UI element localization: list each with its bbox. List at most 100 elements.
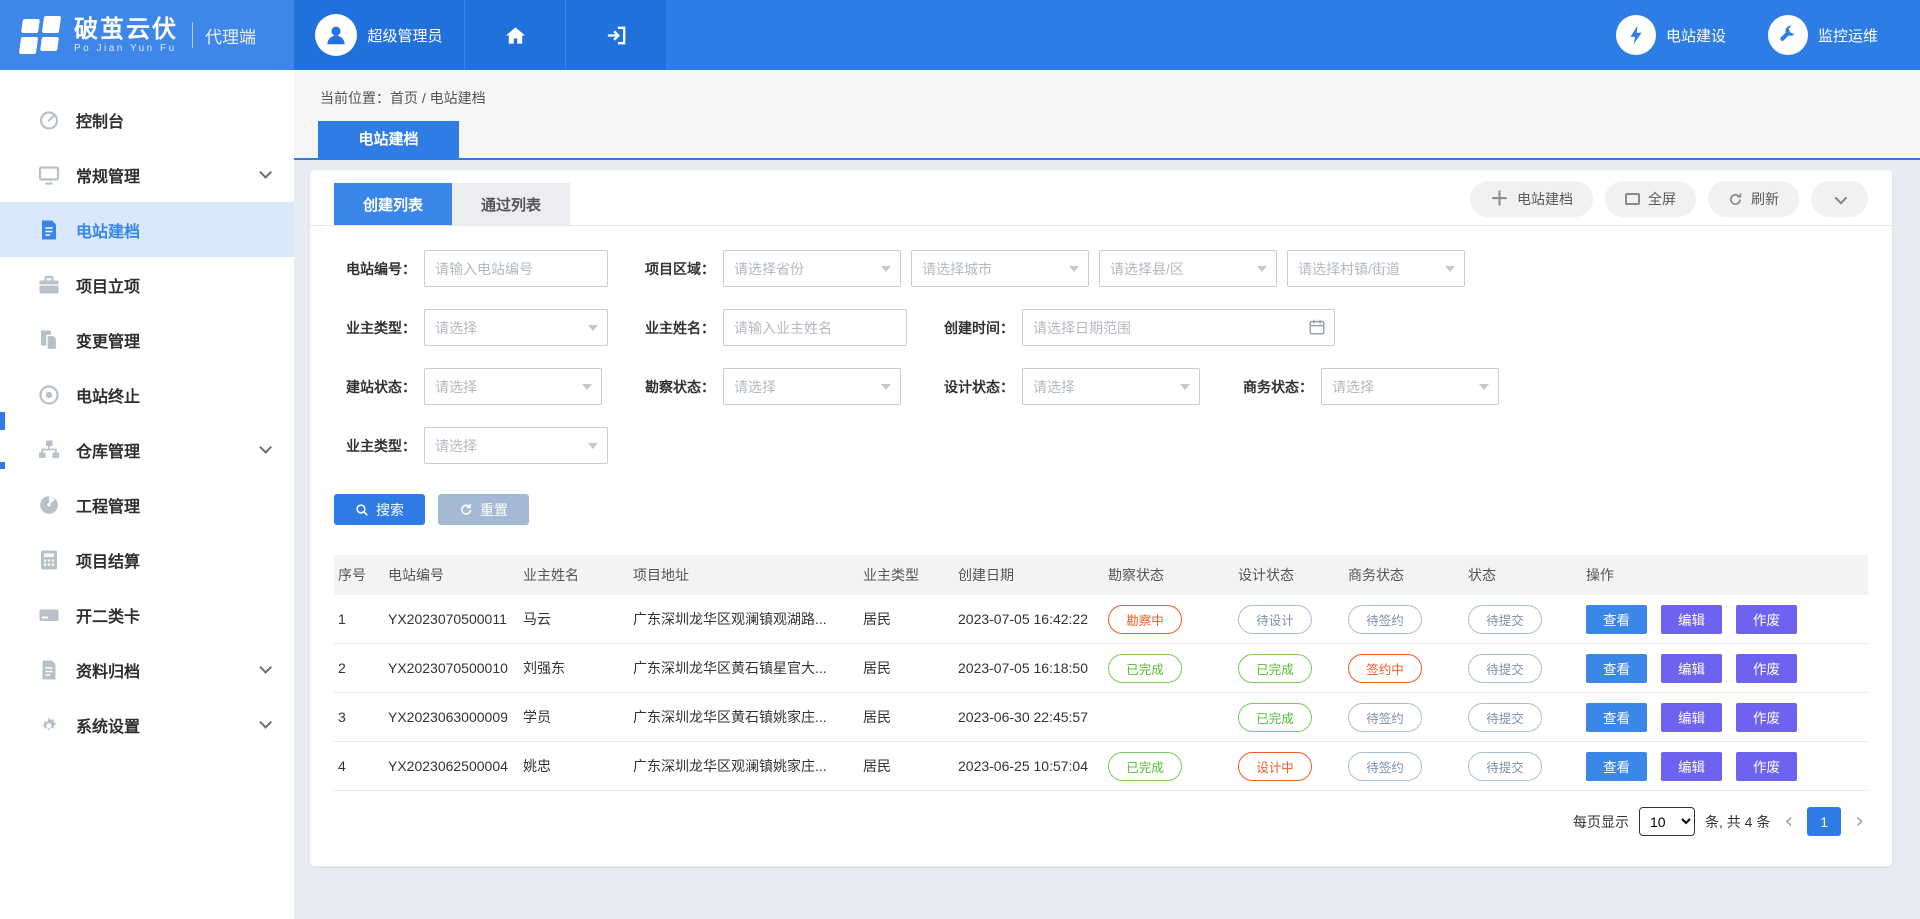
cell-address: 广东深圳龙华区观澜镇姚家庄... [629,756,859,776]
cell-business: 签约中 [1344,654,1464,683]
col-status: 状态 [1464,565,1582,585]
sidebar-scrollbar[interactable] [0,412,5,430]
search-button[interactable]: 搜索 [334,494,425,525]
nav-monitor-ops[interactable]: 监控运维 [1768,0,1878,70]
owner-type2-select[interactable]: 请选择 [424,427,608,464]
filter-actions: 搜索 重置 [310,490,1892,525]
sidebar-item-label: 常规管理 [76,163,140,187]
fullscreen-button[interactable]: 全屏 [1605,181,1696,217]
user-menu[interactable]: 超级管理员 [294,0,464,70]
status-chip: 待提交 [1468,654,1542,683]
sidebar-item-gear[interactable]: 系统设置 [0,697,294,752]
cell-index: 3 [334,709,384,725]
business-status-select[interactable]: 请选择 [1321,368,1499,405]
cell-owner-type: 居民 [859,609,954,629]
status-chip: 签约中 [1348,654,1422,683]
edit-button[interactable]: 编辑 [1661,703,1722,732]
edit-button[interactable]: 编辑 [1661,752,1722,781]
sidebar-item-card[interactable]: 开二类卡 [0,587,294,642]
collapse-toolbar-button[interactable] [1811,181,1868,217]
sidebar-item-briefcase[interactable]: 项目立项 [0,257,294,312]
void-button[interactable]: 作废 [1736,752,1797,781]
cell-owner: 马云 [519,609,629,629]
sidebar-item-archive[interactable]: 资料归档 [0,642,294,697]
owner-type-select[interactable]: 请选择 [424,309,608,346]
target-icon [38,384,60,406]
edit-button[interactable]: 编辑 [1661,654,1722,683]
build-status-select[interactable]: 请选择 [424,368,602,405]
next-page-button[interactable]: › [1851,811,1868,833]
page-number[interactable]: 1 [1807,807,1841,836]
sidebar-item-files[interactable]: 变更管理 [0,312,294,367]
files-icon [38,329,60,351]
view-button[interactable]: 查看 [1586,752,1647,781]
sidebar-item-dashboard[interactable]: 控制台 [0,92,294,147]
prev-page-button[interactable]: ‹ [1780,811,1797,833]
sidebar-item-calculator[interactable]: 项目结算 [0,532,294,587]
sidebar-item-monitor[interactable]: 常规管理 [0,147,294,202]
province-select[interactable]: 请选择省份 [723,250,901,287]
cell-index: 4 [334,758,384,774]
cell-station-no: YX2023063000009 [384,709,519,725]
card-icon [38,604,60,626]
per-page-label: 每页显示 [1573,812,1629,832]
cell-status: 待提交 [1464,605,1582,634]
sidebar-item-label: 项目立项 [76,273,140,297]
survey-status-label: 勘察状态： [633,377,715,397]
calculator-icon [38,549,60,571]
void-button[interactable]: 作废 [1736,654,1797,683]
breadcrumb-strip: 当前位置：首页 / 电站建档 电站建档 [294,70,1920,160]
per-page-select[interactable]: 10 [1639,807,1695,836]
cell-design: 已完成 [1234,703,1344,732]
logout-button[interactable] [565,0,666,70]
main-content: 当前位置：首页 / 电站建档 电站建档 创建列表 通过列表 ＋ 电站建档 全屏 [294,70,1920,919]
pagination: 每页显示 10 条, 共 4 条 ‹ 1 › [310,807,1868,836]
edit-button[interactable]: 编辑 [1661,605,1722,634]
logo-icon [22,16,62,54]
owner-name-input[interactable] [723,309,907,346]
sidebar-item-gauge[interactable]: 工程管理 [0,477,294,532]
void-button[interactable]: 作废 [1736,605,1797,634]
col-index: 序号 [334,565,384,585]
chevron-down-icon [259,166,272,179]
topbar-spacer [666,0,1616,70]
add-station-button[interactable]: ＋ 电站建档 [1470,181,1593,217]
sidebar-item-label: 控制台 [76,108,124,132]
calendar-icon [1308,318,1326,336]
city-select[interactable]: 请选择城市 [911,250,1089,287]
view-button[interactable]: 查看 [1586,654,1647,683]
design-status-select[interactable]: 请选择 [1022,368,1200,405]
status-chip: 已完成 [1238,703,1312,732]
sidebar-item-target[interactable]: 电站终止 [0,367,294,422]
refresh-button[interactable]: 刷新 [1708,181,1799,217]
cell-owner-type: 居民 [859,756,954,776]
cell-created: 2023-06-25 10:57:04 [954,758,1104,774]
nav-station-build[interactable]: 电站建设 [1616,0,1726,70]
cell-address: 广东深圳龙华区黄石镇姚家庄... [629,707,859,727]
reset-button[interactable]: 重置 [438,494,529,525]
date-range-input[interactable] [1022,309,1335,346]
col-actions: 操作 [1582,565,1868,585]
sidebar-item-document[interactable]: 电站建档 [0,202,294,257]
town-select[interactable]: 请选择村镇/街道 [1287,250,1465,287]
cell-survey: 勘察中 [1104,605,1234,634]
home-button[interactable] [464,0,565,70]
tab-passed-list[interactable]: 通过列表 [452,183,570,225]
view-button[interactable]: 查看 [1586,605,1647,634]
page-tab[interactable]: 电站建档 [318,121,459,158]
survey-status-select[interactable]: 请选择 [723,368,901,405]
table-body: 1 YX2023070500011 马云 广东深圳龙华区观澜镇观湖路... 居民… [334,595,1868,791]
tab-create-list[interactable]: 创建列表 [334,183,452,225]
total-count-label: 条, 共 4 条 [1705,812,1770,832]
filter-form: 电站编号： 项目区域： 请选择省份 请选择城市 请选择县/区 请选择村镇/街道 … [310,226,1892,464]
county-select[interactable]: 请选择县/区 [1099,250,1277,287]
nav-monitor-ops-label: 监控运维 [1818,25,1878,46]
status-chip: 待签约 [1348,605,1422,634]
view-button[interactable]: 查看 [1586,703,1647,732]
logout-icon [605,24,628,47]
sidebar-scrollbar[interactable] [0,462,5,469]
cell-business: 待签约 [1344,752,1464,781]
station-no-input[interactable] [424,250,608,287]
void-button[interactable]: 作废 [1736,703,1797,732]
sidebar-item-sitemap[interactable]: 仓库管理 [0,422,294,477]
